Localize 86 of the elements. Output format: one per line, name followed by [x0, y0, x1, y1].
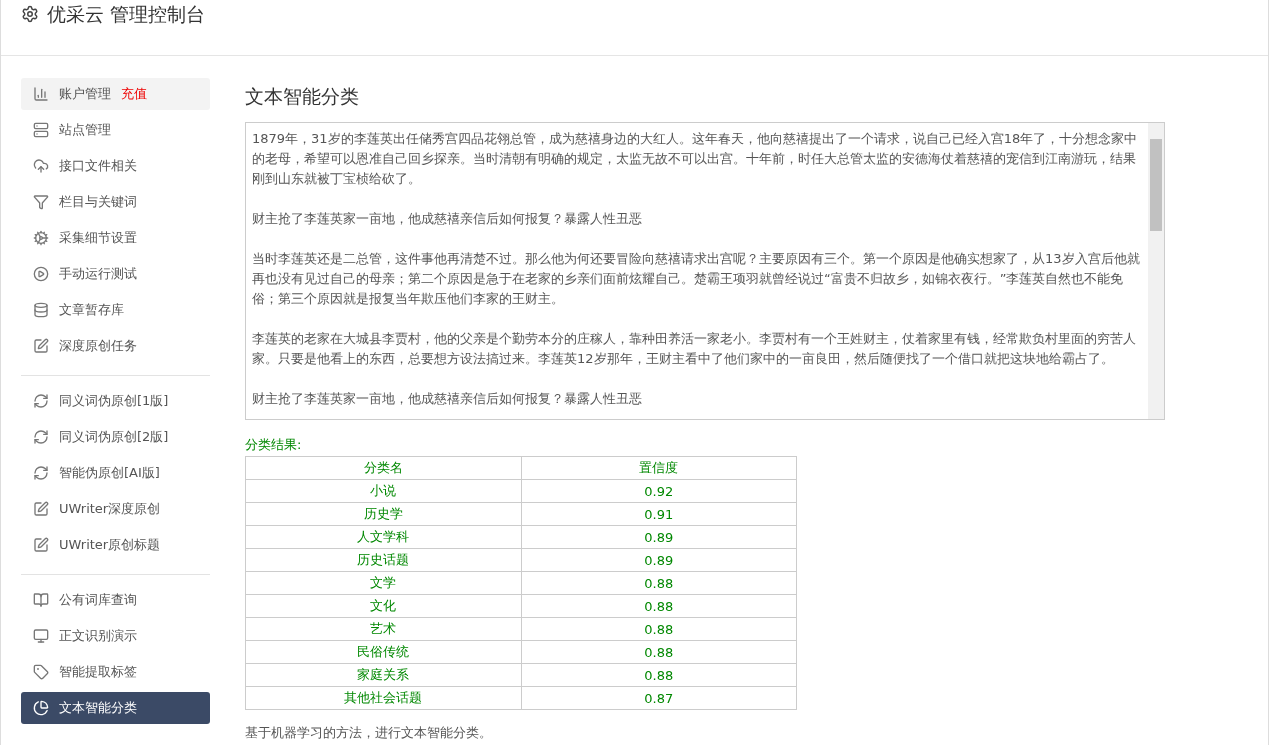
sidebar-item[interactable]: 账户管理 充值 — [21, 78, 210, 110]
text-paragraph: 财主抢了李莲英家一亩地，他成慈禧亲信后如何报复？暴露人性丑恶 — [252, 210, 643, 228]
bar-chart-icon — [33, 86, 49, 102]
refresh-icon — [33, 465, 49, 481]
table-cell: 民俗传统 — [245, 640, 521, 664]
sidebar-item[interactable]: 文本智能分类 — [21, 692, 210, 724]
edit-icon — [33, 501, 49, 517]
edit-icon — [33, 338, 49, 354]
gears-icon — [33, 230, 49, 246]
sidebar-item[interactable]: 同义词伪原创[2版] — [21, 421, 210, 453]
table-cell: 0.89 — [521, 525, 797, 549]
sidebar-label: 站点管理 — [59, 121, 111, 139]
pie-chart-icon — [33, 700, 49, 716]
sidebar-item[interactable]: UWriter原创标题 — [21, 529, 210, 561]
cloud-upload-icon — [33, 158, 49, 174]
refresh-icon — [33, 393, 49, 409]
tag-icon — [33, 664, 49, 680]
sidebar-item[interactable]: 接口文件相关 — [21, 150, 210, 182]
sidebar-label: UWriter深度原创 — [59, 500, 161, 518]
sidebar-item[interactable]: 同义词伪原创[1版] — [21, 385, 210, 417]
table-cell: 0.89 — [521, 548, 797, 572]
text-paragraph: 财主抢了李莲英家一亩地，他成慈禧亲信后如何报复？暴露人性丑恶 — [252, 390, 643, 408]
sidebar-item[interactable]: 智能提取标签 — [21, 656, 210, 688]
play-icon — [33, 266, 49, 282]
sidebar-label: 深度原创任务 — [59, 337, 137, 355]
table-cell: 0.88 — [521, 594, 797, 618]
sidebar-item[interactable]: 智能伪原创[AI版] — [21, 457, 210, 489]
table-cell: 文化 — [245, 594, 521, 618]
sidebar-item[interactable]: 站点管理 — [21, 114, 210, 146]
table-cell: 文学 — [245, 571, 521, 595]
table-cell: 家庭关系 — [245, 663, 521, 687]
sidebar-label: 手动运行测试 — [59, 265, 137, 283]
sidebar-label: UWriter原创标题 — [59, 536, 161, 554]
sidebar-item[interactable]: 栏目与关键词 — [21, 186, 210, 218]
table-cell: 历史学 — [245, 502, 521, 526]
column-header: 分类名 — [245, 456, 521, 480]
table-cell: 0.91 — [521, 502, 797, 526]
monitor-icon — [33, 628, 49, 644]
settings-icon — [21, 5, 39, 23]
sidebar-label: 同义词伪原创[1版] — [59, 392, 169, 410]
recharge-link[interactable]: 充值 — [121, 85, 147, 103]
sidebar-item[interactable]: 深度原创任务 — [21, 330, 210, 362]
sidebar-label: 同义词伪原创[2版] — [59, 428, 169, 446]
text-paragraph: 当时李莲英还是二总管，这件事他再清楚不过。那么他为何还要冒险向慈禧请求出宫呢？主要原因有三个。第一个原因是他确实想家了，从13岁入宫后他就再也没有见过自己的母亲；第二个原因是急于在老家的乡亲们面前炫耀自己。楚霸王项羽就曾经说过“富贵不归故乡，如锦衣夜行。”李莲英自然也不能免俗；第三个原因就是报复当年欺压他们李家的王财主。 — [252, 250, 1141, 308]
text-paragraph: 1879年，31岁的李莲英出任储秀宫四品花翎总管，成为慈禧身边的大红人。这年春天，他向慈禧提出了一个请求，说自己已经入宫18年了，十分想念家中的老母，希望可以恩准自己回乡探亲。当时清朝有明确的规定，太监无故不可以出宫。十年前，时任大总管太监的安德海仗着慈禧的宠信到江南游玩，结果刚到山东就被丁宝桢给砍了。 — [252, 130, 1139, 188]
sidebar-item[interactable]: 公有词库查询 — [21, 584, 210, 616]
sidebar-label: 正文识别演示 — [59, 627, 137, 645]
sidebar-label: 文本智能分类 — [59, 699, 137, 717]
result-label: 分类结果: — [245, 436, 303, 454]
database-icon — [33, 302, 49, 318]
table-cell: 艺术 — [245, 617, 521, 641]
sidebar-label: 公有词库查询 — [59, 591, 137, 609]
table-cell: 0.88 — [521, 617, 797, 641]
table-cell: 0.87 — [521, 686, 797, 710]
page-heading: 文本智能分类 — [245, 84, 360, 109]
sidebar-label: 智能伪原创[AI版] — [59, 464, 160, 482]
refresh-icon — [33, 429, 49, 445]
table-cell: 0.92 — [521, 479, 797, 503]
server-icon — [33, 122, 49, 138]
edit-icon — [33, 537, 49, 553]
sidebar-item[interactable]: 采集细节设置 — [21, 222, 210, 254]
column-header: 置信度 — [521, 456, 797, 480]
text-paragraph: 李莲英的老家在大城县李贾村，他的父亲是个勤劳本分的庄稼人，靠种田养活一家老小。李贾村有一个王姓财主，仗着家里有钱，经常欺负村里面的穷苦人家。只要是他看上的东西，总要想方设法搞过来。李莲英12岁那年，王财主看中了他们家中的一亩良田，然后随便找了一个借口就把这块地给霸占了。 — [252, 330, 1137, 368]
sidebar-item[interactable]: 文章暂存库 — [21, 294, 210, 326]
console-title: 优采云 管理控制台 — [47, 2, 206, 26]
table-cell: 0.88 — [521, 571, 797, 595]
sidebar-item[interactable]: 正文识别演示 — [21, 620, 210, 652]
table-cell: 其他社会话题 — [245, 686, 521, 710]
sidebar-label: 账户管理 — [59, 85, 111, 103]
sidebar-label: 栏目与关键词 — [59, 193, 137, 211]
sidebar-label: 采集细节设置 — [59, 229, 137, 247]
sidebar-item[interactable]: 手动运行测试 — [21, 258, 210, 290]
table-cell: 历史话题 — [245, 548, 521, 572]
sidebar-item[interactable]: UWriter深度原创 — [21, 493, 210, 525]
description-text: 基于机器学习的方法，进行文本智能分类。 — [245, 724, 493, 742]
table-cell: 小说 — [245, 479, 521, 503]
sidebar-label: 智能提取标签 — [59, 663, 137, 681]
sidebar-label: 文章暂存库 — [59, 301, 124, 319]
scrollbar-thumb[interactable] — [1150, 139, 1162, 231]
filter-icon — [33, 194, 49, 210]
sidebar-label: 接口文件相关 — [59, 157, 137, 175]
table-cell: 0.88 — [521, 663, 797, 687]
text-input-field[interactable] — [245, 122, 1165, 420]
table-cell: 人文学科 — [245, 525, 521, 549]
table-cell: 0.88 — [521, 640, 797, 664]
book-icon — [33, 592, 49, 608]
